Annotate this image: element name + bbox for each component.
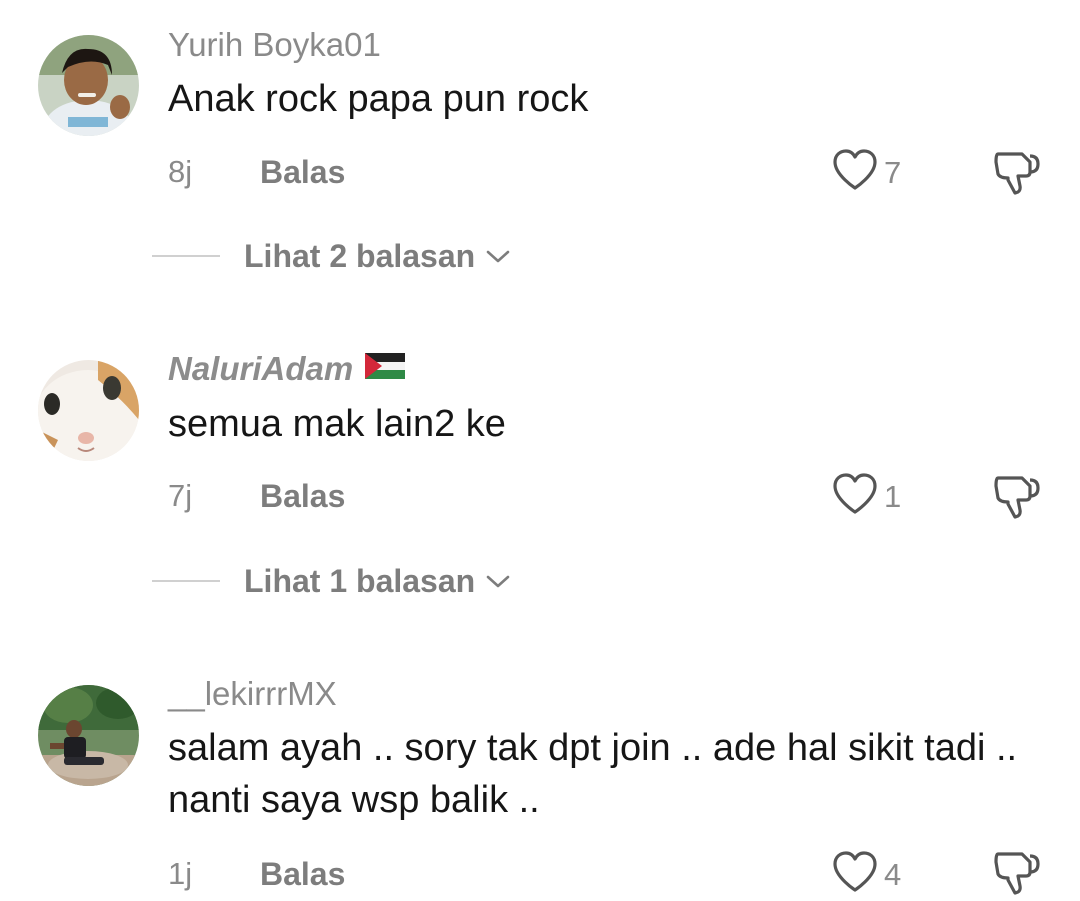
dislike-button[interactable] (992, 848, 1042, 901)
thumbs-down-outline-icon (992, 852, 1042, 900)
like-button[interactable]: 4 (832, 851, 901, 898)
comment-text: salam ayah .. sory tak dpt join .. ade h… (168, 727, 1018, 821)
comment-username[interactable]: __lekirrrMX (168, 674, 337, 714)
like-count: 4 (884, 856, 902, 892)
avatar[interactable] (38, 685, 139, 786)
comment-timestamp: 1j (168, 856, 193, 891)
heart-outline-icon (832, 851, 878, 898)
reply-button[interactable]: Balas (260, 854, 345, 894)
comment-item: __lekirrrMX salam ayah .. sory tak dpt j… (0, 0, 1080, 897)
